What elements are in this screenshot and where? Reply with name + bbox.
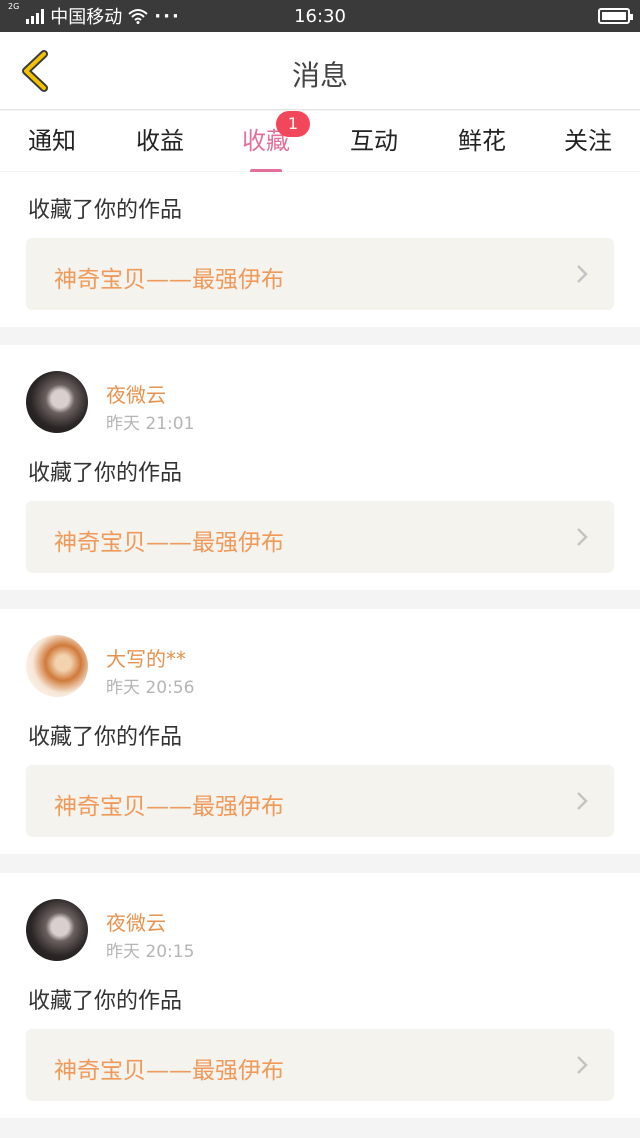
work-title: 神奇宝贝——最强伊布 (54, 794, 284, 820)
tab-follows[interactable]: 关注 (548, 121, 628, 165)
feed-item: 夜微云 昨天 21:01 收藏了你的作品 神奇宝贝——最强伊布 (0, 345, 640, 590)
nav-bar: 消息 (0, 32, 640, 110)
status-bar: 2G 中国移动 ··· 16:30 (0, 0, 640, 32)
tab-bar: 通知 收益 收藏 1 互动 鲜花 关注 (0, 111, 640, 173)
action-text: 收藏了你的作品 (28, 198, 183, 223)
action-text: 收藏了你的作品 (28, 989, 183, 1014)
feed-item: 夜微云 昨天 20:15 收藏了你的作品 神奇宝贝——最强伊布 (0, 873, 640, 1118)
tab-earnings[interactable]: 收益 (120, 121, 200, 165)
work-title: 神奇宝贝——最强伊布 (54, 1058, 284, 1084)
user-name[interactable]: 大写的** (106, 643, 186, 672)
tab-label: 鲜花 (458, 127, 506, 155)
page-title: 消息 (291, 59, 348, 92)
work-title: 神奇宝贝——最强伊布 (54, 267, 284, 293)
tab-favorites[interactable]: 收藏 1 (226, 111, 310, 173)
tab-notifications[interactable]: 通知 (12, 121, 92, 165)
feed-item: 收藏了你的作品 神奇宝贝——最强伊布 (0, 172, 640, 327)
tab-flowers[interactable]: 鲜花 (442, 121, 522, 165)
chevron-right-icon (577, 528, 588, 546)
tab-label: 关注 (564, 127, 612, 155)
action-text: 收藏了你的作品 (28, 461, 183, 486)
avatar[interactable] (26, 635, 88, 697)
chevron-right-icon (577, 792, 588, 810)
user-name[interactable]: 夜微云 (106, 379, 166, 408)
work-link[interactable]: 神奇宝贝——最强伊布 (26, 501, 614, 573)
tab-label: 互动 (350, 127, 398, 155)
timestamp: 昨天 20:56 (106, 678, 195, 698)
work-link[interactable]: 神奇宝贝——最强伊布 (26, 238, 614, 310)
work-link[interactable]: 神奇宝贝——最强伊布 (26, 1029, 614, 1101)
clock: 16:30 (294, 5, 346, 27)
timestamp: 昨天 20:15 (106, 942, 195, 962)
chevron-right-icon (577, 265, 588, 283)
unread-badge: 1 (276, 111, 310, 137)
feed-item: 大写的** 昨天 20:56 收藏了你的作品 神奇宝贝——最强伊布 (0, 609, 640, 854)
battery-icon (598, 8, 633, 24)
avatar[interactable] (26, 371, 88, 433)
tab-label: 收益 (136, 127, 184, 155)
timestamp: 昨天 21:01 (106, 414, 195, 434)
tab-label: 通知 (28, 127, 76, 155)
action-text: 收藏了你的作品 (28, 725, 183, 750)
work-link[interactable]: 神奇宝贝——最强伊布 (26, 765, 614, 837)
work-title: 神奇宝贝——最强伊布 (54, 530, 284, 556)
chevron-right-icon (577, 1056, 588, 1074)
tab-interactions[interactable]: 互动 (334, 121, 414, 165)
avatar[interactable] (26, 899, 88, 961)
user-name[interactable]: 夜微云 (106, 907, 166, 936)
